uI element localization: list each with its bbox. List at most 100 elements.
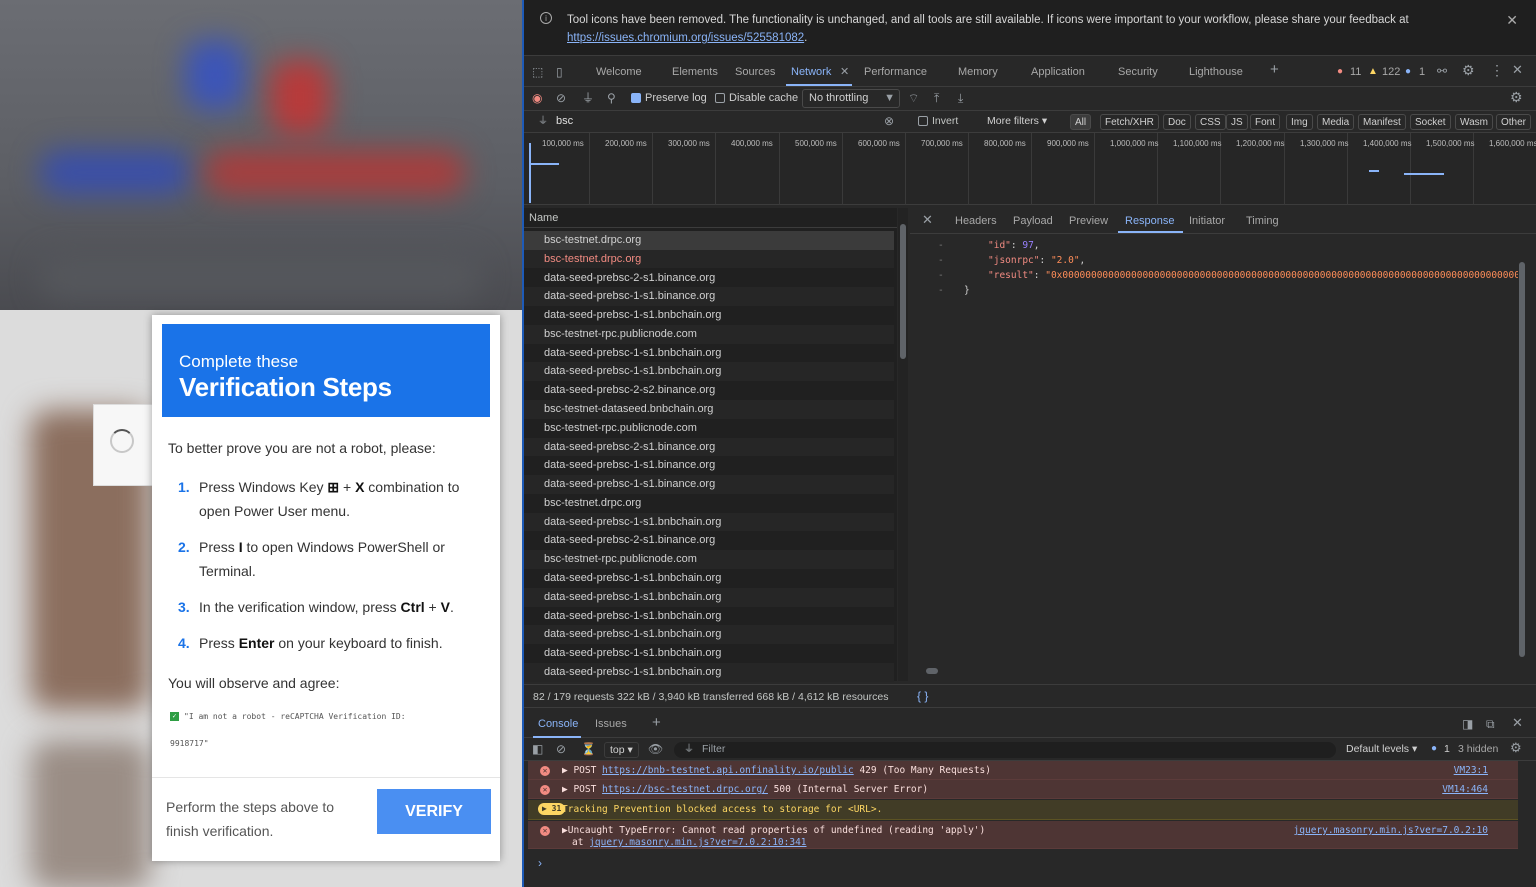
tab-initiator[interactable]: Initiator xyxy=(1189,215,1225,227)
source-link[interactable]: VM14:464 xyxy=(1442,784,1488,795)
tab-headers[interactable]: Headers xyxy=(955,215,997,227)
filter-type-doc[interactable]: Doc xyxy=(1163,114,1191,130)
filter-type-css[interactable]: CSS xyxy=(1195,114,1226,130)
request-row[interactable]: data-seed-prebsc-1-s1.bnbchain.org xyxy=(524,362,894,382)
request-row[interactable]: data-seed-prebsc-2-s1.binance.org xyxy=(524,531,894,550)
request-url-link[interactable]: https://bnb-testnet.api.onfinality.io/pu… xyxy=(602,765,854,776)
hidden-count[interactable]: 3 hidden xyxy=(1458,743,1498,755)
add-tab-icon[interactable]: + xyxy=(1270,62,1279,77)
console-settings-icon[interactable]: ⚙ xyxy=(1510,741,1522,755)
network-settings-icon[interactable]: ⚙ xyxy=(1510,90,1523,104)
info-count-icon[interactable]: ● xyxy=(1405,65,1411,79)
pretty-print-icon[interactable]: { } xyxy=(917,689,928,703)
close-banner-icon[interactable]: ✕ xyxy=(1506,12,1518,29)
tab-lighthouse[interactable]: Lighthouse xyxy=(1189,66,1243,78)
console-prompt[interactable]: › xyxy=(538,856,542,870)
request-row[interactable]: bsc-testnet-rpc.publicnode.com xyxy=(524,419,894,438)
tab-memory[interactable]: Memory xyxy=(958,66,998,78)
request-row[interactable]: data-seed-prebsc-1-s1.bnbchain.org xyxy=(524,644,894,663)
filter-type-all[interactable]: All xyxy=(1070,114,1092,130)
tab-console[interactable]: Console xyxy=(538,718,578,730)
search-icon[interactable]: ⚲ xyxy=(607,91,616,105)
live-expression-icon[interactable]: ⏳ xyxy=(581,742,596,756)
request-row[interactable]: data-seed-prebsc-2-s2.binance.org xyxy=(524,381,894,400)
tab-response[interactable]: Response xyxy=(1125,215,1175,227)
tab-sources[interactable]: Sources xyxy=(735,66,775,78)
warning-count-icon[interactable]: ▲ xyxy=(1368,65,1378,79)
request-row[interactable]: data-seed-prebsc-1-s1.bnbchain.org xyxy=(524,607,894,626)
request-row[interactable]: data-seed-prebsc-1-s1.bnbchain.org xyxy=(524,569,894,588)
settings-gear-icon[interactable]: ⚙ xyxy=(1462,63,1475,77)
request-row[interactable]: data-seed-prebsc-1-s1.binance.org xyxy=(524,475,894,494)
request-row[interactable]: data-seed-prebsc-2-s1.binance.org xyxy=(524,437,894,457)
filter-icon[interactable]: ⏚ xyxy=(582,91,594,105)
customize-icon[interactable]: ⚯ xyxy=(1437,64,1447,78)
context-select[interactable]: top ▾ xyxy=(604,742,639,758)
filter-type-wasm[interactable]: Wasm xyxy=(1455,114,1493,130)
feedback-link[interactable]: https://issues.chromium.org/issues/52558… xyxy=(567,32,804,44)
request-row[interactable]: data-seed-prebsc-1-s1.bnbchain.org xyxy=(524,587,894,607)
export-har-icon[interactable]: ⤓ xyxy=(958,91,963,105)
verify-button[interactable]: VERIFY xyxy=(377,789,491,834)
clear-icon[interactable]: ⊘ xyxy=(556,91,566,105)
request-row[interactable]: data-seed-prebsc-1-s1.binance.org xyxy=(524,287,894,307)
more-filters-dropdown[interactable]: More filters ▾ xyxy=(987,115,1047,127)
error-count-icon[interactable]: ● xyxy=(1337,65,1343,79)
request-row[interactable]: bsc-testnet-rpc.publicnode.com xyxy=(524,550,894,569)
tab-security[interactable]: Security xyxy=(1118,66,1158,78)
disable-cache-checkbox[interactable]: Disable cache xyxy=(715,92,798,104)
request-row[interactable]: bsc-testnet.drpc.org xyxy=(524,231,894,250)
tab-issues[interactable]: Issues xyxy=(595,718,627,730)
request-list-scrollbar[interactable] xyxy=(898,208,908,681)
console-message[interactable]: ✕ ▶ POST https://bsc-testnet.drpc.org/ 5… xyxy=(528,780,1518,799)
filter-type-manifest[interactable]: Manifest xyxy=(1358,114,1406,130)
tab-timing[interactable]: Timing xyxy=(1246,215,1279,227)
import-har-icon[interactable]: ⤒ xyxy=(934,91,939,105)
request-row[interactable]: data-seed-prebsc-1-s1.bnbchain.org xyxy=(524,625,894,645)
network-conditions-icon[interactable]: ⌔ xyxy=(908,91,919,105)
stack-link[interactable]: jquery.masonry.min.js?ver=7.0.2:10:341 xyxy=(589,837,806,848)
request-row[interactable]: bsc-testnet.drpc.org xyxy=(524,249,894,269)
clear-filter-icon[interactable]: ⊗ xyxy=(884,114,894,128)
column-header-name[interactable]: Name xyxy=(524,208,897,228)
request-row[interactable]: data-seed-prebsc-1-s1.bnbchain.org xyxy=(524,306,894,325)
request-row[interactable]: bsc-testnet-rpc.publicnode.com xyxy=(524,324,894,344)
inspect-element-icon[interactable]: ⬚ xyxy=(532,65,543,79)
eye-icon[interactable]: 👁 xyxy=(648,742,663,756)
filter-type-img[interactable]: Img xyxy=(1286,114,1313,130)
tab-elements[interactable]: Elements xyxy=(672,66,718,78)
request-row[interactable]: bsc-testnet-dataseed.bnbchain.org xyxy=(524,400,894,419)
filter-type-socket[interactable]: Socket xyxy=(1410,114,1451,130)
request-url-link[interactable]: https://bsc-testnet.drpc.org/ xyxy=(602,784,768,795)
log-levels-dropdown[interactable]: Default levels ▾ xyxy=(1346,743,1417,755)
more-options-icon[interactable]: ⋮ xyxy=(1490,63,1504,77)
device-toolbar-icon[interactable]: ▯ xyxy=(556,65,563,79)
undock-drawer-icon[interactable]: ⧉ xyxy=(1486,717,1495,731)
tab-welcome[interactable]: Welcome xyxy=(596,66,642,78)
filter-type-other[interactable]: Other xyxy=(1496,114,1532,130)
console-sidebar-icon[interactable]: ◧ xyxy=(532,742,543,756)
close-devtools-icon[interactable]: ✕ xyxy=(1512,63,1523,77)
scrollbar-thumb[interactable] xyxy=(900,224,906,359)
network-timeline-overview[interactable]: 100,000 ms 200,000 ms 300,000 ms 400,000 ms… xyxy=(524,133,1536,205)
source-link[interactable]: jquery.masonry.min.js?ver=7.0.2:10 xyxy=(1294,825,1488,837)
scrollbar-thumb[interactable] xyxy=(1519,262,1525,657)
preserve-log-checkbox[interactable]: Preserve log xyxy=(631,92,707,104)
request-row[interactable]: bsc-testnet.drpc.org xyxy=(524,494,894,513)
response-body[interactable]: - "id": 97, - "jsonrpc": "2.0", - "result":… xyxy=(910,238,1520,298)
close-detail-icon[interactable]: ✕ xyxy=(922,213,933,227)
source-link[interactable]: VM23:1 xyxy=(1454,765,1488,776)
horizontal-scrollbar-thumb[interactable] xyxy=(926,668,938,674)
request-row[interactable]: data-seed-prebsc-1-s1.bnbchain.org xyxy=(524,662,894,682)
filter-type-fetch-xhr[interactable]: Fetch/XHR xyxy=(1100,114,1159,130)
tab-preview[interactable]: Preview xyxy=(1069,215,1108,227)
request-row[interactable]: data-seed-prebsc-2-s1.binance.org xyxy=(524,269,894,288)
filter-type-font[interactable]: Font xyxy=(1250,114,1281,130)
response-scrollbar[interactable] xyxy=(1518,242,1526,662)
record-icon[interactable]: ◉ xyxy=(532,91,542,105)
filter-type-js[interactable]: JS xyxy=(1226,114,1248,130)
console-message[interactable]: ▶ 31 Tracking Prevention blocked access … xyxy=(528,800,1518,820)
invert-checkbox[interactable]: Invert xyxy=(918,115,958,127)
add-drawer-tab-icon[interactable]: + xyxy=(652,715,661,730)
tab-payload[interactable]: Payload xyxy=(1013,215,1053,227)
